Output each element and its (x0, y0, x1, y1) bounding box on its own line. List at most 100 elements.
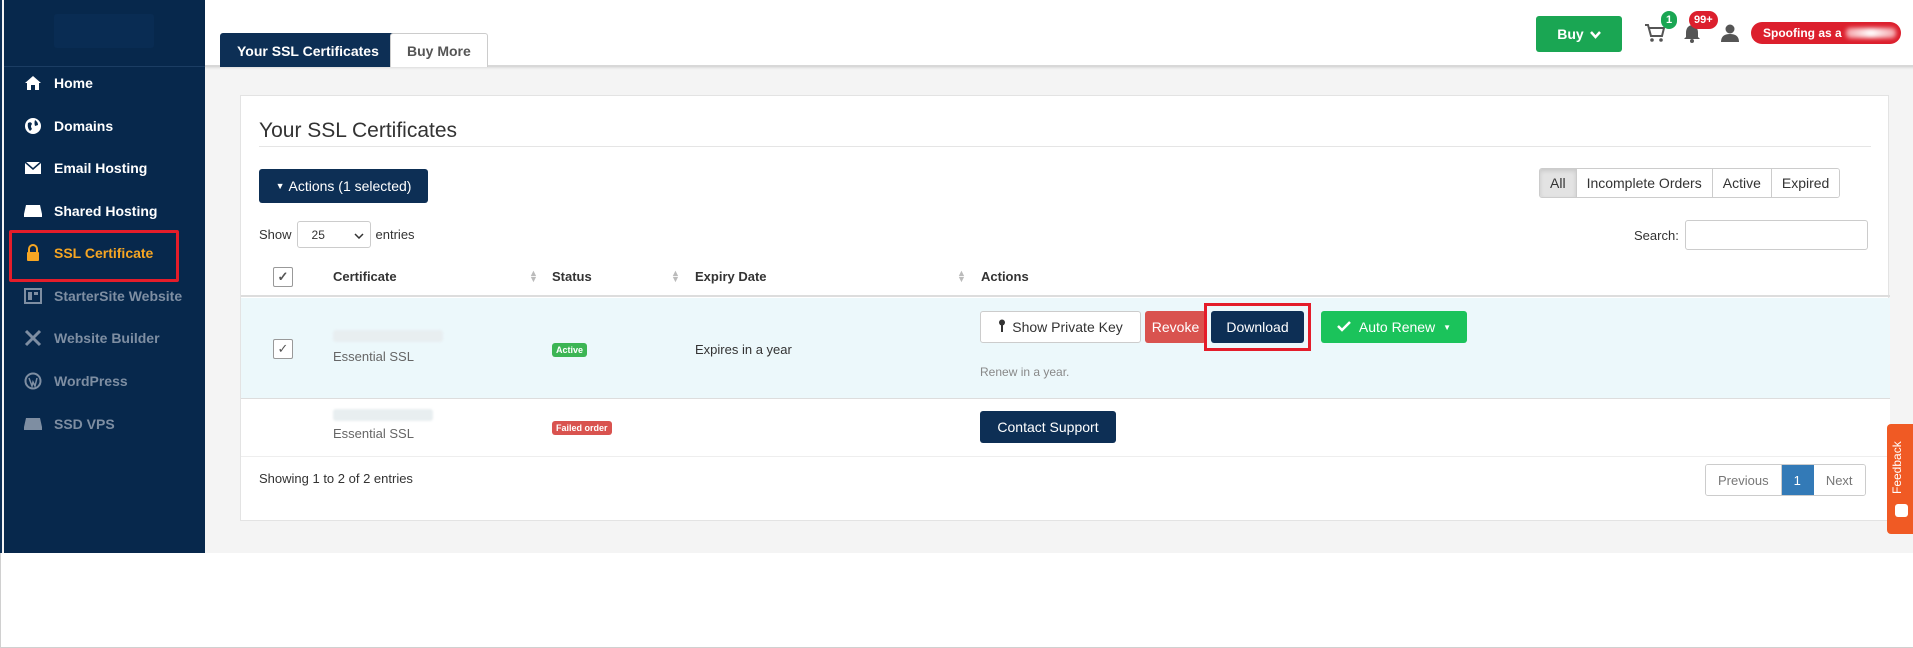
sidebar-item-label: Domains (54, 118, 114, 134)
redacted-domain (333, 409, 433, 421)
sort-icon[interactable]: ▲ ▼ (957, 269, 966, 284)
sidebar-item-label: SSL Certificate (54, 245, 154, 261)
table-info: Showing 1 to 2 of 2 entries (259, 471, 413, 486)
envelope-icon (22, 157, 44, 179)
sidebar-item-ssl-certificate[interactable]: SSL Certificate (4, 229, 205, 282)
buy-button[interactable]: Buy (1536, 16, 1622, 52)
sidebar-item-shared-hosting[interactable]: Shared Hosting (4, 187, 205, 235)
sidebar: Home Domains Email Hosting Shared Hostin… (4, 0, 205, 553)
page-title: Your SSL Certificates (259, 119, 458, 142)
cart-count-badge: 1 (1661, 11, 1678, 29)
sidebar-item-wordpress[interactable]: WordPress (4, 357, 205, 405)
sidebar-item-home[interactable]: Home (4, 59, 205, 107)
sidebar-item-email-hosting[interactable]: Email Hosting (4, 144, 205, 192)
table-row[interactable]: Essential SSL Failed order Contact Suppo… (241, 399, 1890, 457)
entries-select[interactable]: 25 (296, 221, 371, 248)
entries-value: 25 (311, 227, 325, 242)
renew-note: Renew in a year. (980, 365, 1070, 379)
buy-label: Buy (1557, 26, 1584, 42)
sidebar-item-website-builder[interactable]: Website Builder (4, 314, 205, 362)
vps-icon (22, 413, 44, 435)
brand-logo[interactable] (54, 14, 154, 48)
empty-area (0, 553, 1913, 648)
show-label: Show (259, 227, 292, 242)
entries-length-control: Show 25 entries (259, 221, 415, 248)
ssl-certificates-panel: Your SSL Certificates ▼ Actions (1 selec… (240, 95, 1890, 521)
sort-icon[interactable]: ▲ ▼ (671, 269, 680, 284)
sort-icon[interactable]: ▲ ▼ (529, 269, 538, 284)
sidebar-item-startersite-website[interactable]: StarterSite Website (4, 272, 205, 320)
redacted-domain (333, 330, 443, 342)
key-icon (998, 319, 1006, 336)
column-header-status[interactable]: Status (552, 269, 592, 284)
auto-renew-button[interactable]: Auto Renew ▼ (1321, 311, 1467, 343)
spoofing-badge[interactable]: Spoofing as a (1751, 22, 1901, 44)
top-bar: Your SSL Certificates Buy More Buy 1 99+… (205, 0, 1913, 67)
sidebar-item-label: Email Hosting (54, 160, 148, 176)
filter-active[interactable]: Active (1712, 169, 1772, 197)
filter-incomplete-orders[interactable]: Incomplete Orders (1576, 169, 1713, 197)
lock-icon (22, 242, 44, 264)
sidebar-item-ssd-vps[interactable]: SSD VPS (4, 400, 205, 448)
filter-expired[interactable]: Expired (1771, 169, 1840, 197)
pagination: Previous 1 Next (1705, 464, 1866, 496)
redacted-username (1845, 28, 1896, 38)
entries-label: entries (375, 227, 415, 242)
wordpress-icon (22, 370, 44, 392)
expiry-date: Expires in a year (695, 342, 792, 357)
pagination-previous[interactable]: Previous (1706, 465, 1782, 495)
server-icon (22, 200, 44, 222)
home-icon (22, 72, 44, 94)
pagination-page-1[interactable]: 1 (1781, 465, 1814, 495)
search-input[interactable] (1684, 220, 1868, 250)
select-all-checkbox[interactable]: ✓ (273, 267, 293, 287)
feedback-icon (1895, 504, 1908, 517)
tab-buy-more[interactable]: Buy More (390, 33, 488, 67)
certificate-name: Essential SSL (333, 426, 414, 441)
contact-support-button[interactable]: Contact Support (980, 411, 1116, 443)
row-checkbox[interactable]: ✓ (273, 339, 293, 359)
revoke-button[interactable]: Revoke (1145, 311, 1206, 343)
chevron-down-icon (354, 228, 364, 242)
sidebar-item-domains[interactable]: Domains (4, 102, 205, 150)
column-header-actions: Actions (981, 269, 1029, 284)
download-button[interactable]: Download (1211, 311, 1304, 343)
tools-icon (22, 327, 44, 349)
sidebar-item-label: SSD VPS (54, 416, 115, 432)
filter-all[interactable]: All (1540, 169, 1577, 197)
check-icon (1337, 319, 1351, 335)
pagination-next[interactable]: Next (1813, 465, 1865, 495)
caret-down-icon: ▼ (1443, 322, 1452, 332)
sidebar-item-label: WordPress (54, 373, 128, 389)
brand-area (4, 0, 205, 67)
chevron-down-icon (1589, 26, 1601, 42)
search-label: Search: (1634, 227, 1679, 243)
status-filter-group: All Incomplete Orders Active Expired (1539, 168, 1841, 198)
tab-your-ssl-certificates[interactable]: Your SSL Certificates (220, 33, 396, 67)
actions-dropdown-button[interactable]: ▼ Actions (1 selected) (259, 169, 428, 203)
column-header-certificate[interactable]: Certificate (333, 269, 397, 284)
layout-icon (22, 285, 44, 307)
sidebar-item-label: StarterSite Website (54, 288, 183, 304)
show-private-key-button[interactable]: Show Private Key (980, 311, 1141, 343)
caret-down-icon: ▼ (275, 181, 285, 191)
sidebar-item-label: Home (54, 75, 93, 91)
feedback-label: Feedback (1890, 441, 1904, 494)
notifications-badge: 99+ (1689, 11, 1718, 29)
spoofing-label: Spoofing as a (1763, 26, 1842, 40)
globe-icon (22, 115, 44, 137)
status-badge: Active (552, 343, 588, 357)
show-private-key-label: Show Private Key (1012, 319, 1123, 335)
status-badge: Failed order (552, 421, 612, 435)
actions-label: Actions (1 selected) (288, 178, 412, 194)
certificate-name: Essential SSL (333, 349, 414, 364)
feedback-tab[interactable]: Feedback (1887, 424, 1913, 534)
column-header-expiry-date[interactable]: Expiry Date (695, 269, 767, 284)
sidebar-item-label: Website Builder (54, 330, 160, 346)
user-icon[interactable] (1717, 20, 1743, 46)
table-row[interactable]: ✓ Essential SSL Active Expires in a year… (241, 298, 1890, 399)
table-header: ✓ Certificate ▲ ▼ Status ▲ ▼ Expiry Date ▲… (241, 257, 1890, 297)
auto-renew-label: Auto Renew (1358, 319, 1436, 335)
app-frame: Home Domains Email Hosting Shared Hostin… (0, 0, 1913, 553)
title-divider (259, 146, 1871, 147)
